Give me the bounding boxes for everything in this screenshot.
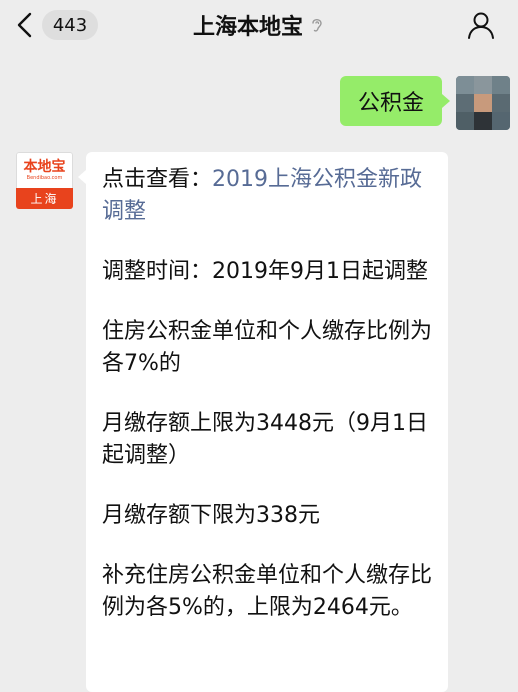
chevron-left-icon xyxy=(17,12,32,38)
message-paragraph: 月缴存额上限为3448元（9月1日起调整） xyxy=(102,411,428,468)
ear-icon xyxy=(312,18,322,32)
message-paragraph: 住房公积金单位和个人缴存比例为各7%的 xyxy=(102,319,433,376)
back-button[interactable]: 443 xyxy=(16,8,98,42)
message-paragraph: 调整时间：2019年9月1日起调整 xyxy=(102,259,428,284)
received-message-row: 本地宝 Bendibao.com 上海 点击查看：2019上海公积金新政调整 调… xyxy=(16,152,448,692)
brand-logo-text: 本地宝 xyxy=(23,158,66,175)
message-paragraph: 补充住房公积金单位和个人缴存比例为各5%的，上限为2464元。 xyxy=(102,563,433,620)
account-avatar[interactable]: 本地宝 Bendibao.com 上海 xyxy=(16,152,73,209)
user-avatar[interactable] xyxy=(456,76,510,130)
received-message-bubble: 点击查看：2019上海公积金新政调整 调整时间：2019年9月1日起调整 住房公… xyxy=(78,152,448,692)
brand-logo-url: Bendibao.com xyxy=(26,174,63,181)
chat-header: 443 上海本地宝 xyxy=(0,0,518,50)
message-paragraph: 月缴存额下限为338元 xyxy=(102,503,320,528)
sent-message-row: 公积金 xyxy=(339,76,510,130)
intro-prefix: 点击查看： xyxy=(102,167,213,192)
intro-paragraph: 点击查看：2019上海公积金新政调整 xyxy=(102,164,432,228)
brand-city-label: 上海 xyxy=(16,188,73,209)
brand-logo: 本地宝 Bendibao.com xyxy=(16,152,73,188)
chat-title: 上海本地宝 xyxy=(192,15,303,40)
unread-count-badge: 443 xyxy=(42,10,98,40)
person-icon[interactable] xyxy=(466,10,496,40)
sent-message-bubble[interactable]: 公积金 xyxy=(339,76,451,126)
